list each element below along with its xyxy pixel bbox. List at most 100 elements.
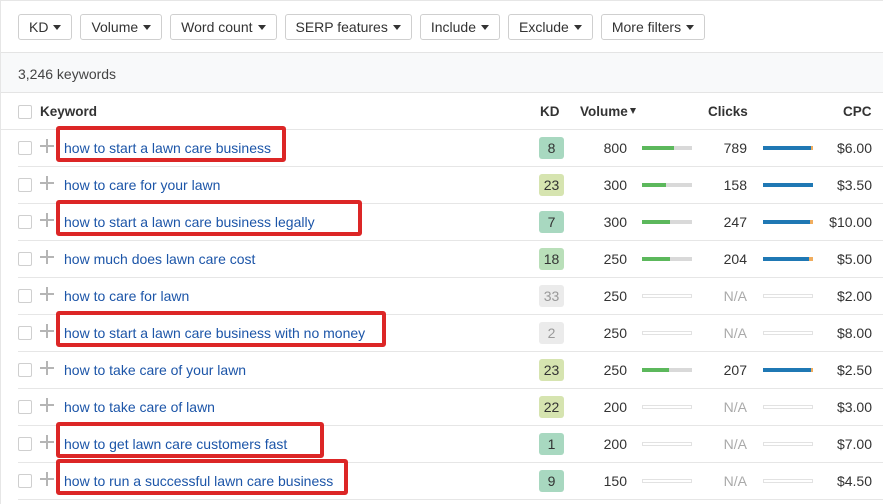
caret-down-icon <box>53 25 62 30</box>
filter-label: Include <box>430 19 477 35</box>
filter-bar: KD Volume Word count SERP features Inclu… <box>18 14 706 40</box>
volume-bar-fill <box>642 257 670 261</box>
row-checkbox[interactable] <box>18 252 32 266</box>
volume-bar-empty <box>642 405 692 409</box>
more-filters-button[interactable]: More filters <box>600 14 706 40</box>
row-checkbox[interactable] <box>18 141 32 155</box>
clicks-value: 789 <box>723 140 747 156</box>
column-header-kd[interactable]: KD <box>540 104 560 119</box>
filter-label: Word count <box>181 19 253 35</box>
filter-word-count-button[interactable]: Word count <box>170 14 277 40</box>
column-header-keyword[interactable]: Keyword <box>40 104 97 119</box>
clicks-value: 204 <box>723 251 747 267</box>
cpc-value: $2.50 <box>836 362 872 378</box>
table-row: how to start a lawn care business 8 800 789… <box>1 126 883 167</box>
filter-include-button[interactable]: Include <box>419 14 501 40</box>
keyword-link[interactable]: how to get lawn care customers fast <box>64 436 287 452</box>
select-all-checkbox[interactable] <box>18 105 32 119</box>
kd-badge: 22 <box>539 396 564 418</box>
volume-value: 200 <box>603 436 627 452</box>
add-to-list-icon[interactable] <box>40 213 54 227</box>
cpc-value: $4.50 <box>836 473 872 489</box>
filter-kd-button[interactable]: KD <box>18 14 73 40</box>
cpc-value: $2.00 <box>836 288 872 304</box>
table-row: how to care for lawn 33 250 N/A $2.00 <box>1 278 883 315</box>
kd-badge: 23 <box>539 359 564 381</box>
add-to-list-icon[interactable] <box>40 176 54 190</box>
keyword-link[interactable]: how to start a lawn care business with n… <box>64 325 365 341</box>
clicks-value: N/A <box>723 325 747 341</box>
volume-value: 800 <box>603 140 627 156</box>
clicks-value: N/A <box>723 436 747 452</box>
caret-down-icon <box>573 25 582 30</box>
volume-value: 200 <box>603 399 627 415</box>
row-checkbox[interactable] <box>18 215 32 229</box>
table-row: how to start a lawn care business with n… <box>1 311 883 352</box>
row-checkbox[interactable] <box>18 289 32 303</box>
add-to-list-icon[interactable] <box>40 472 54 486</box>
row-checkbox[interactable] <box>18 178 32 192</box>
keywords-report: KD Volume Word count SERP features Inclu… <box>0 0 883 504</box>
table-row: how to get lawn care customers fast 1 200 N… <box>1 422 883 463</box>
caret-down-icon <box>143 25 152 30</box>
keyword-count: 3,246 keywords <box>18 66 117 82</box>
volume-value: 250 <box>603 288 627 304</box>
row-checkbox[interactable] <box>18 326 32 340</box>
keyword-link[interactable]: how to take care of lawn <box>64 399 215 415</box>
cpc-value: $7.00 <box>836 436 872 452</box>
caret-down-icon <box>686 25 695 30</box>
keyword-link[interactable]: how to start a lawn care business <box>64 140 271 156</box>
clicks-value: 158 <box>723 177 747 193</box>
row-checkbox[interactable] <box>18 400 32 414</box>
volume-value: 250 <box>603 251 627 267</box>
kd-badge: 7 <box>539 211 564 233</box>
kd-badge: 9 <box>539 470 564 492</box>
table-row: how to take care of lawn 22 200 N/A $3.00 <box>1 389 883 426</box>
column-header-volume-label: Volume <box>580 104 628 119</box>
table-header: Keyword KD Volume Clicks CPC <box>1 93 883 130</box>
filter-label: Volume <box>91 19 139 35</box>
keyword-link[interactable]: how to take care of your lawn <box>64 362 246 378</box>
volume-bar <box>642 220 692 224</box>
row-checkbox[interactable] <box>18 363 32 377</box>
clicks-value: 207 <box>723 362 747 378</box>
add-to-list-icon[interactable] <box>40 250 54 264</box>
volume-bar-empty <box>642 294 692 298</box>
filter-volume-button[interactable]: Volume <box>80 14 163 40</box>
add-to-list-icon[interactable] <box>40 435 54 449</box>
volume-bar-fill <box>642 183 666 187</box>
keyword-link[interactable]: how to care for lawn <box>64 288 189 304</box>
add-to-list-icon[interactable] <box>40 361 54 375</box>
row-checkbox[interactable] <box>18 437 32 451</box>
volume-value: 300 <box>603 214 627 230</box>
column-header-clicks[interactable]: Clicks <box>708 104 748 119</box>
volume-bar-empty <box>642 442 692 446</box>
add-to-list-icon[interactable] <box>40 324 54 338</box>
volume-bar-fill <box>642 220 670 224</box>
column-header-cpc[interactable]: CPC <box>843 104 872 119</box>
add-to-list-icon[interactable] <box>40 287 54 301</box>
keyword-link[interactable]: how to start a lawn care business legall… <box>64 214 315 230</box>
volume-value: 250 <box>603 362 627 378</box>
add-to-list-icon[interactable] <box>40 139 54 153</box>
volume-value: 150 <box>603 473 627 489</box>
filter-exclude-button[interactable]: Exclude <box>508 14 593 40</box>
clicks-value: N/A <box>723 473 747 489</box>
column-header-volume[interactable]: Volume <box>580 104 636 119</box>
volume-value: 250 <box>603 325 627 341</box>
keyword-link[interactable]: how to run a successful lawn care busine… <box>64 473 333 489</box>
add-to-list-icon[interactable] <box>40 398 54 412</box>
volume-bar <box>642 368 692 372</box>
table-row: how to take care of your lawn 23 250 207 $2.… <box>1 352 883 389</box>
table-row: how to start a lawn care business legall… <box>1 200 883 241</box>
kd-badge: 1 <box>539 433 564 455</box>
sort-descending-icon <box>629 108 636 114</box>
cpc-value: $6.00 <box>836 140 872 156</box>
filter-serp-features-button[interactable]: SERP features <box>284 14 412 40</box>
row-checkbox[interactable] <box>18 474 32 488</box>
clicks-value: 247 <box>723 214 747 230</box>
caret-down-icon <box>392 25 401 30</box>
table-row: how to care for your lawn 23 300 158 $3.50 <box>1 167 883 204</box>
keyword-link[interactable]: how much does lawn care cost <box>64 251 255 267</box>
keyword-link[interactable]: how to care for your lawn <box>64 177 220 193</box>
